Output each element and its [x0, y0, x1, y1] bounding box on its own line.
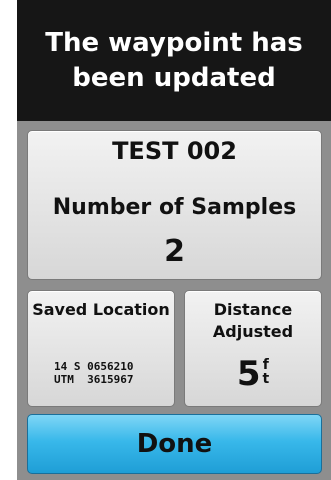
samples-value: 2	[164, 234, 185, 269]
distance-unit-bottom: t	[262, 371, 270, 387]
done-button-label: Done	[136, 429, 213, 459]
distance-value-group: 5 f t	[185, 354, 321, 394]
banner-message: The waypoint has been updated	[45, 27, 303, 93]
waypoint-summary-panel: TEST 002 Number of Samples 2	[27, 130, 322, 280]
device-screen: The waypoint has been updated TEST 002 N…	[17, 0, 331, 480]
coordinate-line-1: 14 S 0656210	[54, 360, 134, 373]
saved-location-panel: Saved Location 14 S 0656210 UTM 3615967	[27, 290, 175, 407]
saved-location-coordinates: 14 S 0656210 UTM 3615967	[54, 360, 133, 386]
waypoint-name: TEST 002	[112, 137, 237, 165]
done-button[interactable]: Done	[27, 414, 322, 474]
distance-value: 5	[236, 354, 261, 394]
coordinate-line-2: UTM 3615967	[54, 373, 134, 386]
distance-adjusted-panel: Distance Adjusted 5 f t	[184, 290, 322, 407]
samples-label: Number of Samples	[52, 195, 297, 220]
status-banner: The waypoint has been updated	[17, 0, 331, 121]
distance-unit-top: f	[262, 357, 269, 373]
saved-location-title: Saved Location	[32, 300, 170, 319]
distance-adjusted-title: Distance Adjusted	[212, 300, 294, 341]
distance-unit: f t	[262, 358, 269, 386]
